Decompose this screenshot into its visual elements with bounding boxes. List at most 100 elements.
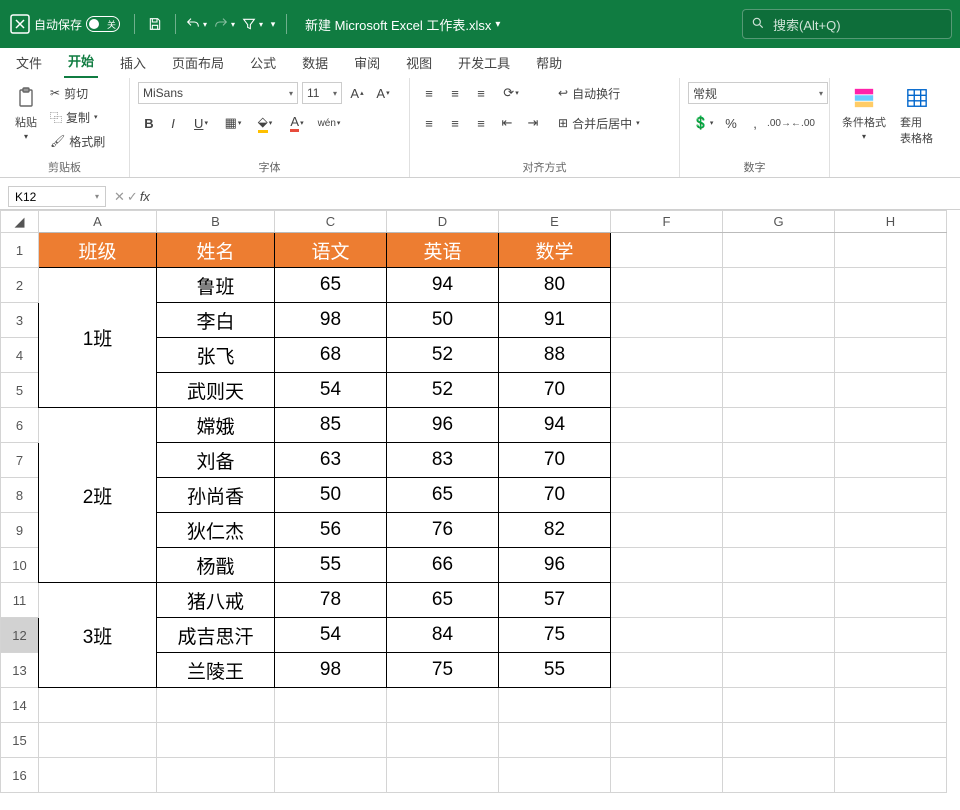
cell[interactable]: 63 <box>275 443 387 478</box>
wrap-text-button[interactable]: ↩自动换行 <box>558 82 640 104</box>
col-header[interactable]: B <box>157 211 275 233</box>
col-header[interactable]: F <box>611 211 723 233</box>
cell[interactable]: 96 <box>499 548 611 583</box>
tab-review[interactable]: 审阅 <box>350 47 384 78</box>
decrease-indent-button[interactable]: ⇤ <box>496 112 518 134</box>
cell[interactable]: 68 <box>275 338 387 373</box>
cell[interactable] <box>157 688 275 723</box>
spreadsheet-grid[interactable]: ◢ A B C D E F G H 1 班级 姓名 语文 英语 数学 21班鲁班… <box>0 210 960 810</box>
cell[interactable] <box>723 443 835 478</box>
cell[interactable] <box>835 408 947 443</box>
cell[interactable]: 98 <box>275 653 387 688</box>
cell[interactable]: 96 <box>387 408 499 443</box>
row-header[interactable]: 2 <box>1 268 39 303</box>
row-header[interactable]: 4 <box>1 338 39 373</box>
row-header[interactable]: 8 <box>1 478 39 513</box>
cell[interactable]: 91 <box>499 303 611 338</box>
search-box[interactable]: 搜索(Alt+Q) <box>742 9 952 39</box>
cell[interactable]: 54 <box>275 618 387 653</box>
doc-title-chevron-icon[interactable]: ▾ <box>495 19 500 30</box>
tab-insert[interactable]: 插入 <box>116 47 150 78</box>
cell[interactable]: 56 <box>275 513 387 548</box>
row-header[interactable]: 1 <box>1 233 39 268</box>
cell[interactable]: 55 <box>275 548 387 583</box>
cell[interactable]: 孙尚香 <box>157 478 275 513</box>
cell[interactable] <box>835 443 947 478</box>
cell[interactable] <box>611 443 723 478</box>
cell[interactable] <box>723 338 835 373</box>
cell[interactable]: 85 <box>275 408 387 443</box>
row-header[interactable]: 14 <box>1 688 39 723</box>
cell[interactable]: 75 <box>499 618 611 653</box>
cell[interactable]: 刘备 <box>157 443 275 478</box>
cell[interactable]: 52 <box>387 373 499 408</box>
cell[interactable] <box>611 268 723 303</box>
col-header[interactable]: E <box>499 211 611 233</box>
tab-layout[interactable]: 页面布局 <box>168 47 228 78</box>
bold-button[interactable]: B <box>138 112 160 134</box>
cell[interactable]: 张飞 <box>157 338 275 373</box>
cell[interactable] <box>835 513 947 548</box>
underline-button[interactable]: U▾ <box>186 112 216 134</box>
cell[interactable]: 英语 <box>387 233 499 268</box>
row-header[interactable]: 11 <box>1 583 39 618</box>
cell[interactable]: 78 <box>275 583 387 618</box>
align-middle-button[interactable]: ≡ <box>444 82 466 104</box>
col-header[interactable]: A <box>39 211 157 233</box>
font-name-select[interactable]: MiSans▾ <box>138 82 298 104</box>
cell[interactable] <box>723 583 835 618</box>
cell[interactable]: 76 <box>387 513 499 548</box>
cell[interactable] <box>835 338 947 373</box>
cell[interactable]: 嫦娥 <box>157 408 275 443</box>
cell[interactable]: 70 <box>499 443 611 478</box>
cell[interactable] <box>157 758 275 793</box>
accounting-format-button[interactable]: 💲▾ <box>688 112 718 134</box>
cell[interactable] <box>39 723 157 758</box>
number-format-select[interactable]: 常规▾ <box>688 82 828 104</box>
row-header[interactable]: 9 <box>1 513 39 548</box>
row-header[interactable]: 10 <box>1 548 39 583</box>
enter-formula-icon[interactable]: ✓ <box>127 189 138 205</box>
merge-center-button[interactable]: ⊞合并后居中▾ <box>558 112 640 134</box>
cell[interactable] <box>499 723 611 758</box>
cell[interactable]: 姓名 <box>157 233 275 268</box>
cell[interactable]: 3班 <box>39 583 157 688</box>
undo-button[interactable]: ▾ <box>182 10 210 38</box>
cell[interactable] <box>723 548 835 583</box>
table-format-button[interactable]: 套用 表格格 <box>896 82 937 148</box>
cell[interactable]: 54 <box>275 373 387 408</box>
cell[interactable]: 70 <box>499 373 611 408</box>
cell[interactable]: 98 <box>275 303 387 338</box>
cell[interactable] <box>723 653 835 688</box>
row-header[interactable]: 7 <box>1 443 39 478</box>
row-header[interactable]: 13 <box>1 653 39 688</box>
cell[interactable] <box>835 233 947 268</box>
tab-devtools[interactable]: 开发工具 <box>454 47 514 78</box>
cell[interactable]: 75 <box>387 653 499 688</box>
cell[interactable] <box>611 723 723 758</box>
cell[interactable] <box>611 513 723 548</box>
cell[interactable]: 57 <box>499 583 611 618</box>
cell[interactable] <box>611 618 723 653</box>
qat-customize[interactable]: ▾ <box>266 10 280 38</box>
cell[interactable]: 94 <box>387 268 499 303</box>
cell[interactable]: 83 <box>387 443 499 478</box>
align-bottom-button[interactable]: ≡ <box>470 82 492 104</box>
font-color-button[interactable]: A▾ <box>282 112 312 134</box>
cell[interactable] <box>611 548 723 583</box>
cut-button[interactable]: ✂剪切 <box>50 82 105 104</box>
cell[interactable] <box>835 268 947 303</box>
tab-help[interactable]: 帮助 <box>532 47 566 78</box>
copy-button[interactable]: ⿻复制▾ <box>50 106 105 128</box>
tab-view[interactable]: 视图 <box>402 47 436 78</box>
phonetic-button[interactable]: wén▾ <box>314 112 344 134</box>
cell[interactable] <box>723 618 835 653</box>
cell[interactable]: 84 <box>387 618 499 653</box>
cell[interactable] <box>275 723 387 758</box>
cell[interactable] <box>39 688 157 723</box>
row-header[interactable]: 15 <box>1 723 39 758</box>
percent-button[interactable]: % <box>720 112 742 134</box>
paste-button[interactable]: 粘贴 ▾ <box>8 82 44 143</box>
cell[interactable] <box>157 723 275 758</box>
cell[interactable]: 65 <box>387 583 499 618</box>
